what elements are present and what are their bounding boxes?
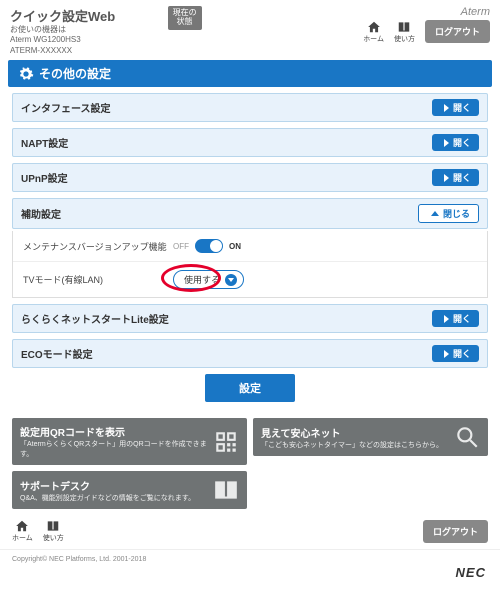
footer-usage-link[interactable]: 使い方 bbox=[43, 519, 64, 543]
copyright: Copyright© NEC Platforms, Ltd. 2001-2018 bbox=[0, 549, 500, 565]
row-label: TVモード(有線LAN) bbox=[23, 273, 173, 286]
panel-label: UPnP設定 bbox=[21, 170, 68, 185]
home-label: ホーム bbox=[363, 34, 384, 44]
switch-icon bbox=[195, 239, 223, 253]
card-title: 設定用QRコードを表示 bbox=[20, 424, 207, 439]
dropdown-value: 使用する bbox=[184, 273, 220, 286]
open-chip[interactable]: 開く bbox=[432, 310, 479, 327]
footer-logout-button[interactable]: ログアウト bbox=[423, 520, 488, 543]
card-qr[interactable]: 設定用QRコードを表示「AtermらくらくQRスタート」用のQRコードを作成でき… bbox=[12, 418, 247, 465]
close-chip[interactable]: 閉じる bbox=[418, 204, 479, 223]
page-title: クイック設定Web bbox=[10, 6, 156, 25]
footer: ホーム 使い方 ログアウト bbox=[0, 515, 500, 547]
card-desc: Q&A、機能別設定ガイドなどの情報をご覧になれます。 bbox=[20, 493, 207, 503]
usage-label: 使い方 bbox=[43, 533, 64, 543]
panel-label: インタフェース設定 bbox=[21, 100, 111, 115]
book-open-icon bbox=[213, 477, 239, 503]
open-chip[interactable]: 開く bbox=[432, 169, 479, 186]
open-chip[interactable]: 開く bbox=[432, 134, 479, 151]
card-desc: 「AtermらくらくQRスタート」用のQRコードを作成できます。 bbox=[20, 439, 207, 459]
apply-button[interactable]: 設定 bbox=[205, 374, 295, 402]
panel-napt[interactable]: NAPT設定 開く bbox=[12, 128, 488, 157]
main-content: インタフェース設定 開く NAPT設定 開く UPnP設定 開く 補助設定 閉じ… bbox=[0, 87, 500, 418]
current-status-button[interactable]: 現在の 状態 bbox=[168, 6, 202, 30]
magnifier-icon bbox=[454, 424, 480, 450]
panel-eco[interactable]: ECOモード設定 開く bbox=[12, 339, 488, 368]
card-title: サポートデスク bbox=[20, 478, 207, 493]
chevron-down-icon bbox=[225, 274, 237, 286]
home-icon bbox=[366, 20, 382, 34]
row-tvmode: TVモード(有線LAN) 使用する bbox=[13, 262, 487, 297]
open-text: 開く bbox=[453, 347, 471, 360]
book-icon bbox=[45, 519, 61, 533]
panel-label: NAPT設定 bbox=[21, 135, 68, 150]
triangle-icon bbox=[444, 315, 449, 323]
off-label: OFF bbox=[173, 242, 189, 251]
footer-home-link[interactable]: ホーム bbox=[12, 519, 33, 543]
on-label: ON bbox=[229, 242, 241, 251]
nec-logo: NEC bbox=[0, 565, 500, 584]
aux-settings-body: メンテナンスバージョンアップ機能 OFF ON TVモード(有線LAN) 使用す… bbox=[12, 231, 488, 298]
home-label: ホーム bbox=[12, 533, 33, 543]
panel-upnp[interactable]: UPnP設定 開く bbox=[12, 163, 488, 192]
open-text: 開く bbox=[453, 136, 471, 149]
usage-link[interactable]: 使い方 bbox=[394, 20, 415, 44]
triangle-icon bbox=[444, 139, 449, 147]
card-title: 見えて安心ネット bbox=[261, 425, 448, 440]
gear-icon bbox=[18, 66, 34, 82]
open-text: 開く bbox=[453, 312, 471, 325]
usage-label: 使い方 bbox=[394, 34, 415, 44]
card-anshin[interactable]: 見えて安心ネット「こども安心ネットタイマー」などの設定はこちらから。 bbox=[253, 418, 488, 456]
panel-label: ECOモード設定 bbox=[21, 346, 93, 361]
panel-aux[interactable]: 補助設定 閉じる bbox=[12, 198, 488, 229]
row-label: メンテナンスバージョンアップ機能 bbox=[23, 240, 173, 253]
card-support[interactable]: サポートデスクQ&A、機能別設定ガイドなどの情報をご覧になれます。 bbox=[12, 471, 247, 509]
brand-logo: Aterm bbox=[363, 6, 490, 18]
maintenance-toggle[interactable]: OFF ON bbox=[173, 239, 241, 253]
info-cards: 設定用QRコードを表示「AtermらくらくQRスタート」用のQRコードを作成でき… bbox=[0, 418, 500, 515]
panel-label: 補助設定 bbox=[21, 206, 61, 221]
close-text: 閉じる bbox=[443, 207, 470, 220]
chevron-up-icon bbox=[431, 211, 439, 216]
row-maintenance: メンテナンスバージョンアップ機能 OFF ON bbox=[13, 231, 487, 262]
tvmode-dropdown[interactable]: 使用する bbox=[173, 270, 244, 289]
logout-button[interactable]: ログアウト bbox=[425, 20, 490, 43]
header: クイック設定Web お使いの機器は Aterm WG1200HS3 ATERM-… bbox=[0, 0, 500, 60]
device-id: ATERM-XXXXXX bbox=[10, 46, 156, 56]
panel-label: らくらくネットスタートLite設定 bbox=[21, 311, 169, 326]
open-text: 開く bbox=[453, 101, 471, 114]
book-icon bbox=[396, 20, 412, 34]
triangle-icon bbox=[444, 174, 449, 182]
home-icon bbox=[14, 519, 30, 533]
triangle-icon bbox=[444, 104, 449, 112]
open-chip[interactable]: 開く bbox=[432, 345, 479, 362]
open-text: 開く bbox=[453, 171, 471, 184]
device-model: Aterm WG1200HS3 bbox=[10, 35, 156, 45]
qr-icon bbox=[213, 429, 239, 455]
triangle-icon bbox=[444, 350, 449, 358]
section-header: その他の設定 bbox=[8, 60, 492, 87]
section-title: その他の設定 bbox=[39, 65, 111, 82]
open-chip[interactable]: 開く bbox=[432, 99, 479, 116]
panel-rakuraku[interactable]: らくらくネットスタートLite設定 開く bbox=[12, 304, 488, 333]
home-link[interactable]: ホーム bbox=[363, 20, 384, 44]
device-label: お使いの機器は bbox=[10, 25, 156, 35]
card-desc: 「こども安心ネットタイマー」などの設定はこちらから。 bbox=[261, 440, 448, 450]
panel-interface[interactable]: インタフェース設定 開く bbox=[12, 93, 488, 122]
